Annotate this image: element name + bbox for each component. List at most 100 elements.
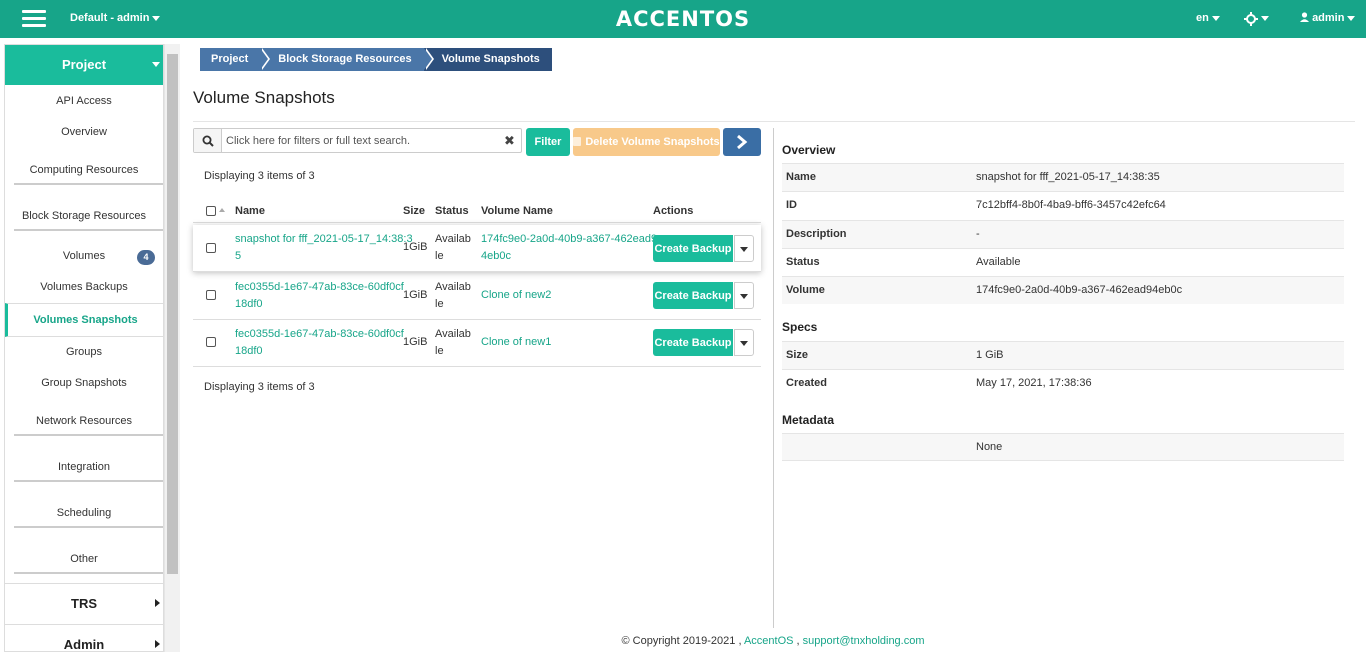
sidebar-scrollbar[interactable] (164, 44, 180, 652)
status-cell: Availab le (435, 279, 471, 313)
table-header: Name Size Status Volume Name Actions (193, 198, 761, 223)
row-checkbox[interactable] (206, 243, 216, 253)
sidebar-divider (14, 572, 163, 574)
sidebar-section-label: Admin (63, 637, 105, 652)
column-header-name[interactable]: Name (235, 205, 265, 217)
select-all-checkbox[interactable] (206, 206, 216, 216)
snapshot-name-link[interactable]: snapshot for fff_2021-05-17_14:38:3 5 (235, 231, 413, 265)
sidebar-section-project[interactable]: Project (5, 45, 163, 85)
sidebar-item-integration[interactable]: Integration (5, 461, 163, 473)
brand-link[interactable]: AccentOS (744, 635, 794, 647)
sidebar-divider (14, 229, 163, 231)
specs-heading: Specs (782, 320, 818, 334)
sidebar-item-block-storage-resources[interactable]: Block Storage Resources (5, 210, 163, 222)
support-email-link[interactable]: support@tnxholding.com (803, 635, 925, 647)
sidebar-item-overview[interactable]: Overview (5, 126, 163, 138)
sidebar-divider (14, 480, 163, 482)
count-badge: 4 (137, 250, 155, 265)
chevron-down-icon (740, 247, 748, 252)
metadata-heading: Metadata (782, 413, 835, 427)
status-cell: Availab le (435, 231, 471, 265)
volume-link[interactable]: 174fc9e0-2a0d-40b9-a367-462ead94eb0c (976, 284, 1182, 296)
logo-text: ACCENTOS (615, 7, 751, 31)
chevron-down-icon (740, 341, 748, 346)
delete-label: Delete Volume Snapshots (585, 136, 720, 148)
settings-menu[interactable] (1244, 10, 1269, 26)
snapshot-name-link[interactable]: fec0355d-1e67-47ab-83ce-60df0cf 18df0 (235, 326, 404, 360)
sidebar-item-computing-resources[interactable]: Computing Resources (5, 164, 163, 176)
volume-name-link[interactable]: 174fc9e0-2a0d-40b9-a367-462ead9 4eb0c (481, 231, 657, 265)
create-backup-button[interactable]: Create Backup (653, 282, 733, 309)
filter-button[interactable]: Filter (526, 128, 570, 156)
close-icon[interactable]: ✖ (504, 133, 515, 149)
table-row[interactable]: fec0355d-1e67-47ab-83ce-60df0cf 18df0 1Gi… (193, 320, 761, 367)
sidebar-item-group-snapshots[interactable]: Group Snapshots (5, 377, 163, 389)
create-backup-button[interactable]: Create Backup (653, 235, 733, 262)
page-title: Volume Snapshots (193, 88, 335, 107)
sidebar-item-api-access[interactable]: API Access (5, 95, 163, 107)
size-cell: 1GiB (403, 336, 428, 348)
sidebar-item-volumes[interactable]: Volumes 4 (5, 250, 163, 267)
sidebar-item-other[interactable]: Other (5, 553, 163, 565)
status-line: Availab (435, 328, 471, 340)
create-backup-button[interactable]: Create Backup (653, 329, 733, 356)
sidebar-item-volumes-snapshots[interactable]: Volumes Snapshots (5, 303, 163, 337)
detail-row-name: Name snapshot for fff_2021-05-17_14:38:35 (782, 163, 1344, 191)
title-divider (193, 121, 1355, 122)
sidebar-item-groups[interactable]: Groups (5, 346, 163, 358)
name-line: fec0355d-1e67-47ab-83ce-60df0cf (235, 281, 404, 293)
items-count: Displaying 3 items of 3 (204, 381, 315, 393)
user-menu[interactable]: admin (1300, 12, 1356, 24)
name-line: 5 (235, 250, 242, 262)
search-icon (194, 129, 222, 152)
row-actions-dropdown[interactable] (734, 282, 754, 309)
overview-heading: Overview (782, 143, 836, 157)
language-selector[interactable]: en (1196, 12, 1220, 24)
table-row[interactable]: snapshot for fff_2021-05-17_14:38:3 5 1Gi… (193, 225, 761, 272)
sidebar-item-network-resources[interactable]: Network Resources (5, 415, 163, 427)
row-checkbox[interactable] (206, 290, 216, 300)
detail-value: Available (976, 256, 1021, 268)
chevron-down-icon (1211, 15, 1220, 21)
row-checkbox[interactable] (206, 337, 216, 347)
chevron-right-icon (155, 640, 160, 648)
row-actions-dropdown[interactable] (734, 329, 754, 356)
breadcrumb-item-project[interactable]: Project (200, 48, 271, 71)
detail-value: snapshot for fff_2021-05-17_14:38:35 (976, 171, 1160, 183)
name-line: 18df0 (235, 345, 263, 357)
detail-row-volume: Volume 174fc9e0-2a0d-40b9-a367-462ead94eb… (782, 276, 1344, 304)
scrollbar-thumb[interactable] (167, 54, 178, 574)
detail-row-created: Created May 17, 2021, 17:38:36 (782, 369, 1344, 397)
column-header-status[interactable]: Status (435, 205, 469, 217)
volume-line: 174fc9e0-2a0d-40b9-a367-462ead9 (481, 233, 658, 245)
sidebar-item-scheduling[interactable]: Scheduling (5, 507, 163, 519)
sidebar-section-label: Project (61, 57, 107, 72)
chevron-down-icon (740, 294, 748, 299)
sidebar-section-trs[interactable]: TRS (5, 583, 163, 623)
detail-key: Size (786, 349, 809, 361)
delete-volume-snapshots-button[interactable]: Delete Volume Snapshots (573, 128, 720, 156)
footer-separator: , (796, 635, 800, 647)
status-line: Availab (435, 281, 471, 293)
column-header-volume-name[interactable]: Volume Name (481, 205, 553, 217)
detail-row-id: ID 7c12bff4-8b0f-4ba9-bff6-3457c42efc64 (782, 191, 1344, 219)
sort-icon[interactable] (219, 208, 225, 212)
volume-line: 4eb0c (481, 250, 511, 262)
sidebar-item-volumes-backups[interactable]: Volumes Backups (5, 281, 163, 293)
column-header-size[interactable]: Size (403, 205, 425, 217)
sidebar-section-label: TRS (71, 596, 97, 611)
chevron-right-button[interactable] (723, 128, 761, 156)
detail-value: None (976, 441, 1003, 453)
detail-value: 1 GiB (976, 349, 1004, 361)
sidebar-section-admin[interactable]: Admin (5, 624, 163, 652)
search-input[interactable] (226, 132, 496, 149)
name-line: snapshot for fff_2021-05-17_14:38:3 (235, 233, 413, 245)
breadcrumb-item-block-storage[interactable]: Block Storage Resources (260, 48, 434, 71)
volume-name-link[interactable]: Clone of new2 (481, 287, 551, 304)
volume-name-link[interactable]: Clone of new1 (481, 334, 551, 351)
sidebar-divider (14, 434, 163, 436)
chevron-down-icon (1261, 16, 1269, 22)
row-actions-dropdown[interactable] (734, 235, 754, 262)
snapshot-name-link[interactable]: fec0355d-1e67-47ab-83ce-60df0cf 18df0 (235, 279, 404, 313)
table-row[interactable]: fec0355d-1e67-47ab-83ce-60df0cf 18df0 1Gi… (193, 273, 761, 320)
